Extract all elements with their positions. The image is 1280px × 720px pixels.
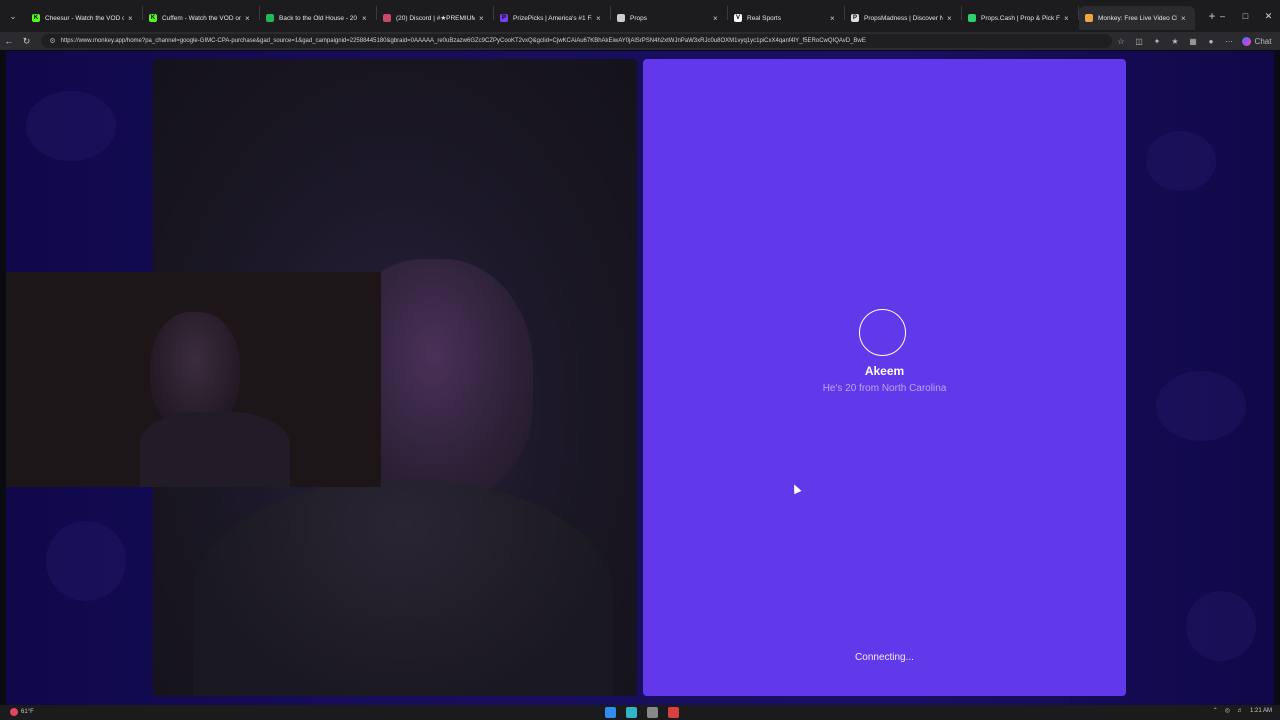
browser-tab[interactable]: Monkey: Free Live Video Ch × (1079, 6, 1195, 30)
tab-close-icon[interactable]: × (830, 14, 838, 23)
tab-search-icon[interactable]: ⌄ (0, 2, 26, 30)
clock[interactable]: 1:21 AM (1250, 708, 1272, 714)
loading-spinner-icon (859, 309, 906, 356)
tab-strip: ⌄ K Cheesur - Watch the VOD on Kick × K Cuff… (0, 0, 1280, 32)
tab-close-icon[interactable]: × (596, 14, 604, 23)
remote-user-panel: Akeem He's 20 from North Carolina Connec… (643, 59, 1126, 696)
browser-tab[interactable]: (20) Discord | #★PREMIUM-CH × (377, 6, 493, 30)
picture-in-picture-video[interactable] (6, 272, 381, 487)
propsmadness-icon: P (851, 14, 859, 22)
copilot-chat-button[interactable]: Chat (1242, 36, 1272, 46)
kick-icon: K (149, 14, 157, 22)
realsports-icon: V (734, 14, 742, 22)
start-icon[interactable] (605, 707, 616, 718)
file-explorer-icon[interactable] (647, 707, 658, 718)
window-controls: – □ ✕ (1211, 0, 1280, 32)
tab-close-icon[interactable]: × (362, 14, 370, 23)
globe-icon (617, 14, 625, 22)
maximize-icon[interactable]: □ (1234, 0, 1257, 32)
local-video-body (193, 479, 613, 696)
volume-icon[interactable]: ♬ (1237, 708, 1243, 714)
browser-tab[interactable]: Back to the Old House - 20 × (260, 6, 376, 30)
star-icon[interactable]: ☆ (1112, 37, 1130, 46)
chevron-up-icon[interactable]: ⌃ (1213, 707, 1218, 714)
copilot-icon (1242, 36, 1251, 46)
tab-title: Monkey: Free Live Video Ch (1098, 14, 1177, 22)
tab-close-icon[interactable]: × (245, 14, 253, 23)
tab-title: Real Sports (747, 14, 781, 22)
background-decoration (1156, 371, 1246, 441)
network-icon[interactable]: ◎ (1225, 707, 1230, 714)
url-field[interactable]: ⚙ https://www.monkey.app/home?pa_channel… (41, 34, 1112, 48)
extensions-icon[interactable]: ✦ (1148, 37, 1166, 46)
windows-taskbar: 61°F ⌃ ◎ ♬ 1:21 AM (0, 705, 1280, 720)
back-icon[interactable]: ← (0, 36, 18, 46)
favorites-icon[interactable]: ★ (1166, 37, 1184, 46)
tab-close-icon[interactable]: × (1064, 14, 1072, 23)
tab-close-icon[interactable]: × (479, 14, 487, 23)
collections-icon[interactable]: ▦ (1184, 37, 1202, 46)
browser-tab[interactable]: P PrizePicks | America's #1 Fantasy × (494, 6, 610, 30)
tab-title: Cheesur - Watch the VOD on Kick (45, 14, 124, 22)
tab-close-icon[interactable]: × (1181, 14, 1189, 23)
browser-tab[interactable]: Props × (611, 6, 727, 30)
tab-title: PropsMadness | Discover NFL, W (864, 14, 943, 22)
tab-title: Props.Cash | Prop & Pick Finder (981, 14, 1060, 22)
monkey-icon (1085, 14, 1093, 22)
browser-tab[interactable]: V Real Sports × (728, 6, 844, 30)
discord-icon (383, 14, 391, 22)
tab-title: Cuffem - Watch the VOD on Kick (162, 14, 241, 22)
browser-tab[interactable]: Props.Cash | Prop & Pick Finder × (962, 6, 1078, 30)
tab-close-icon[interactable]: × (947, 14, 955, 23)
spotify-icon (266, 14, 274, 22)
url-text: https://www.monkey.app/home?pa_channel=g… (60, 38, 866, 44)
connection-status: Connecting... (855, 652, 914, 663)
prizepicks-icon: P (500, 14, 508, 22)
tab-close-icon[interactable]: × (713, 14, 721, 23)
browser-tab[interactable]: P PropsMadness | Discover NFL, W × (845, 6, 961, 30)
minimize-icon[interactable]: – (1211, 0, 1234, 32)
tab-title: PrizePicks | America's #1 Fantasy (513, 14, 592, 22)
tab-list: K Cheesur - Watch the VOD on Kick × K Cuffem… (26, 2, 1195, 30)
system-tray: ⌃ ◎ ♬ 1:21 AM (1206, 707, 1272, 715)
weather-icon (10, 708, 18, 716)
background-decoration (1146, 131, 1216, 191)
remote-user-name: Akeem (864, 364, 905, 378)
background-decoration (26, 91, 116, 161)
reload-icon[interactable]: ↻ (18, 36, 36, 47)
monkey-video-chat-page: Akeem He's 20 from North Carolina Connec… (6, 51, 1274, 705)
taskbar-apps (600, 707, 684, 718)
more-menu-icon[interactable]: ⋯ (1220, 37, 1238, 46)
tab-title: (20) Discord | #★PREMIUM-CH (396, 15, 475, 22)
background-decoration (1186, 591, 1256, 661)
site-info-icon[interactable]: ⚙ (49, 37, 55, 45)
tab-title: Back to the Old House - 20 (279, 14, 358, 22)
tab-title: Props (630, 14, 647, 22)
browser-tab[interactable]: K Cuffem - Watch the VOD on Kick × (143, 6, 259, 30)
toolbar-right: ☆ ◫ ✦ ★ ▦ ● ⋯ Chat (1112, 36, 1280, 46)
tab-close-icon[interactable]: × (128, 14, 136, 23)
edge-icon[interactable] (626, 707, 637, 718)
chat-label: Chat (1254, 36, 1272, 46)
weather-widget[interactable]: 61°F (10, 708, 34, 716)
propscash-icon (968, 14, 976, 22)
weather-temp: 61°F (21, 709, 34, 715)
kick-icon: K (32, 14, 40, 22)
remote-user-info: He's 20 from North Carolina (822, 383, 947, 394)
split-screen-icon[interactable]: ◫ (1130, 37, 1148, 46)
pip-video-body (140, 412, 290, 487)
app-icon[interactable] (668, 707, 679, 718)
browser-tab[interactable]: K Cheesur - Watch the VOD on Kick × (26, 6, 142, 30)
background-decoration (46, 521, 126, 601)
close-icon[interactable]: ✕ (1257, 0, 1280, 32)
profile-avatar[interactable]: ● (1202, 37, 1220, 46)
address-bar: ← ↻ ⚙ https://www.monkey.app/home?pa_cha… (0, 32, 1280, 50)
